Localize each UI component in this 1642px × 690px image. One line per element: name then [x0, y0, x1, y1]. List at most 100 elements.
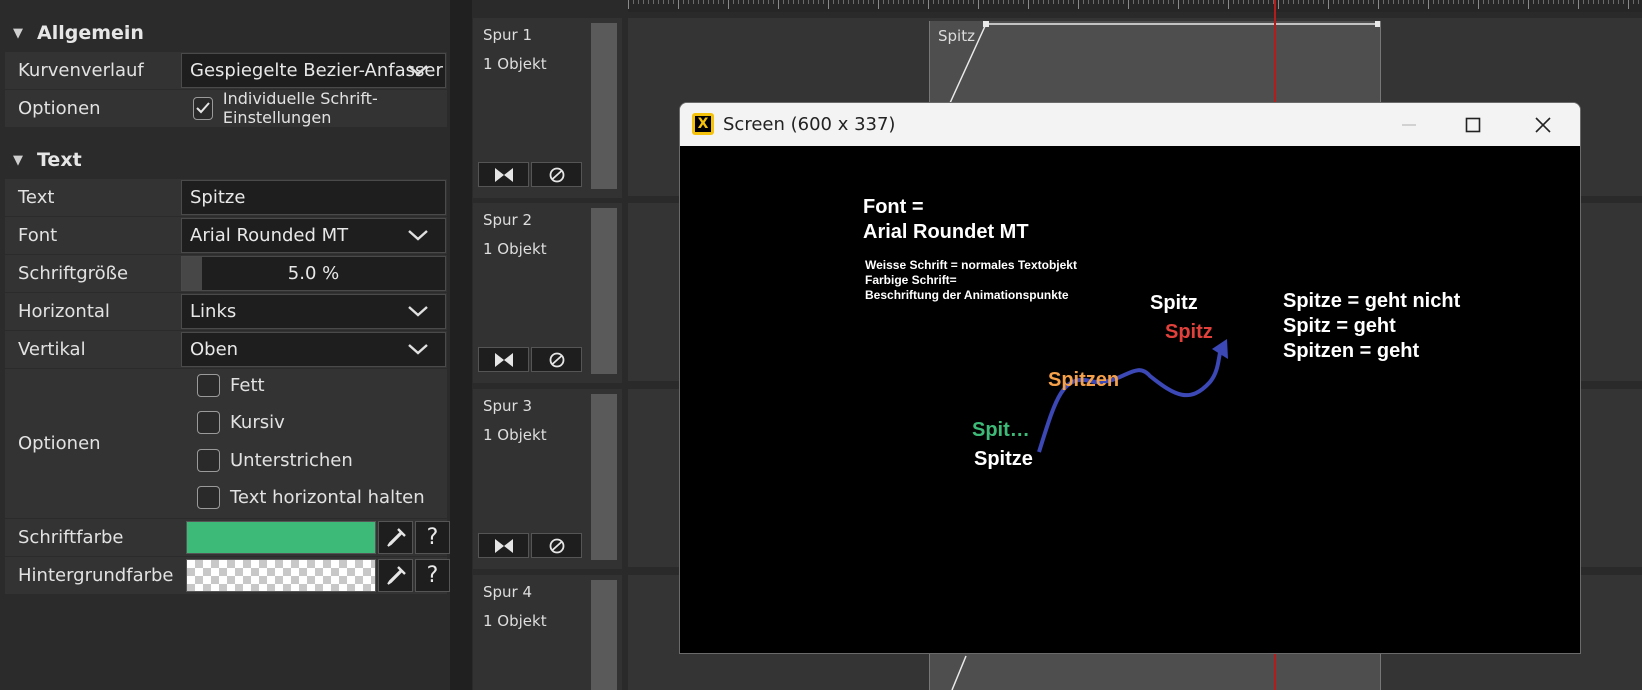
bowtie-icon — [494, 538, 513, 553]
row-vertikal: Vertikal Oben — [5, 331, 447, 368]
checkbox[interactable] — [197, 448, 220, 472]
mute-button[interactable] — [531, 162, 582, 187]
row-schriftfarbe: Schriftfarbe ? — [5, 519, 450, 556]
bowtie-icon — [494, 352, 513, 367]
panel-divider[interactable] — [450, 0, 472, 690]
eyedropper-icon — [386, 565, 406, 585]
ruler-tick — [953, 0, 954, 4]
canvas-text-spitzen-orange: Spitzen — [1048, 369, 1120, 391]
solo-button[interactable] — [478, 162, 529, 187]
horizontal-dropdown[interactable]: Links — [181, 294, 446, 329]
ruler-tick — [828, 0, 829, 9]
help-button[interactable]: ? — [415, 521, 450, 554]
ruler-tick — [1428, 0, 1429, 9]
checkbox[interactable] — [197, 373, 220, 397]
note-line2: Farbige Schrift= — [865, 273, 957, 287]
ruler-tick — [1448, 0, 1449, 4]
ruler-tick — [883, 0, 884, 4]
section-text-header[interactable]: ▼ Text — [0, 143, 448, 177]
track-name: Spur 2 — [483, 211, 533, 229]
ruler-tick — [908, 0, 909, 4]
ruler-tick — [983, 0, 984, 4]
ruler-tick — [1493, 0, 1494, 4]
ruler-tick — [1543, 0, 1544, 4]
track-name: Spur 1 — [483, 26, 533, 44]
ruler-tick — [1088, 0, 1089, 4]
maximize-button[interactable] — [1442, 103, 1504, 146]
track-header[interactable]: Spur 2 1 Objekt — [473, 203, 622, 383]
track-header[interactable]: Spur 1 1 Objekt — [473, 18, 622, 198]
ruler-tick — [1583, 0, 1584, 4]
option-kursiv[interactable]: Kursiv — [197, 407, 285, 437]
ruler-tick — [1173, 0, 1174, 4]
text-input[interactable]: Spitze — [181, 180, 446, 215]
font-size-slider[interactable]: 5.0 % — [181, 256, 446, 291]
ruler-tick — [823, 0, 824, 4]
option-unterstrichen[interactable]: Unterstrichen — [197, 445, 353, 475]
option-fett[interactable]: Fett — [197, 370, 265, 400]
maximize-icon — [1465, 117, 1481, 132]
vertikal-dropdown[interactable]: Oben — [181, 332, 446, 367]
ruler-tick — [868, 0, 869, 4]
font-color-swatch[interactable] — [186, 521, 376, 554]
help-icon: ? — [426, 525, 439, 550]
ruler-tick — [778, 0, 779, 9]
ruler-tick — [993, 0, 994, 4]
ruler-tick — [663, 0, 664, 4]
screen-preview-window[interactable]: X Screen (600 x 337) Font = Arial Rounde… — [679, 102, 1581, 654]
ruler-tick — [1233, 0, 1234, 4]
track-header[interactable]: Spur 4 1 Objekt — [473, 575, 622, 690]
ruler-tick — [1093, 0, 1094, 4]
minimize-icon — [1402, 123, 1416, 126]
eyedropper-button[interactable] — [378, 521, 413, 554]
ruler-tick — [1388, 0, 1389, 4]
option-horizontal-halten-label: Text horizontal halten — [230, 486, 425, 508]
track-object-count: 1 Objekt — [483, 426, 547, 444]
option-unterstrichen-label: Unterstrichen — [230, 449, 353, 471]
preview-canvas[interactable]: Font = Arial Roundet MT Weisse Schrift =… — [680, 146, 1580, 653]
checkbox[interactable] — [197, 410, 220, 434]
ruler-tick — [1408, 0, 1409, 4]
ruler-tick — [818, 0, 819, 4]
ruler-tick — [903, 0, 904, 4]
ruler-tick — [978, 0, 979, 9]
section-allgemein-header[interactable]: ▼ Allgemein — [0, 16, 448, 50]
background-color-swatch[interactable] — [186, 559, 376, 592]
canvas-text-spitze-white: Spitze — [974, 448, 1033, 470]
individual-font-option[interactable]: Individuelle Schrift-Einstellungen — [193, 89, 447, 127]
font-label: Font — [18, 225, 58, 246]
help-button[interactable]: ? — [415, 559, 450, 592]
ruler-tick — [1293, 0, 1294, 4]
window-titlebar[interactable]: X Screen (600 x 337) — [680, 103, 1580, 146]
ruler-tick — [638, 0, 639, 4]
solo-button[interactable] — [478, 347, 529, 372]
ruler-tick — [1303, 0, 1304, 4]
ruler-tick — [933, 0, 934, 4]
ruler-tick — [1383, 0, 1384, 4]
ruler-tick — [893, 0, 894, 4]
minimize-button[interactable] — [1378, 103, 1440, 146]
solo-button[interactable] — [478, 533, 529, 558]
track-level-bar — [591, 394, 617, 560]
font-dropdown[interactable]: Arial Rounded MT — [181, 218, 446, 253]
mute-button[interactable] — [531, 347, 582, 372]
chevron-down-icon — [408, 230, 428, 241]
mute-button[interactable] — [531, 533, 582, 558]
row-optionen-allgemein: Optionen Individuelle Schrift-Einstellun… — [5, 89, 447, 127]
track-header[interactable]: Spur 3 1 Objekt — [473, 389, 622, 569]
checkbox[interactable] — [193, 96, 213, 120]
slider-fill — [182, 257, 202, 290]
ruler-tick — [808, 0, 809, 4]
collapse-triangle-icon: ▼ — [13, 25, 23, 41]
ruler-tick — [743, 0, 744, 4]
ruler-tick — [1133, 0, 1134, 4]
checkbox[interactable] — [197, 485, 220, 509]
eyedropper-button[interactable] — [378, 559, 413, 592]
kurvenverlauf-dropdown[interactable]: Gespiegelte Bezier-Anfasser — [181, 53, 446, 88]
ruler-tick — [1078, 0, 1079, 9]
ruler-tick — [1418, 0, 1419, 4]
close-button[interactable] — [1512, 103, 1574, 146]
option-horizontal-halten[interactable]: Text horizontal halten — [197, 482, 425, 512]
timeline-ruler[interactable] — [628, 0, 1642, 12]
ruler-tick — [1553, 0, 1554, 4]
